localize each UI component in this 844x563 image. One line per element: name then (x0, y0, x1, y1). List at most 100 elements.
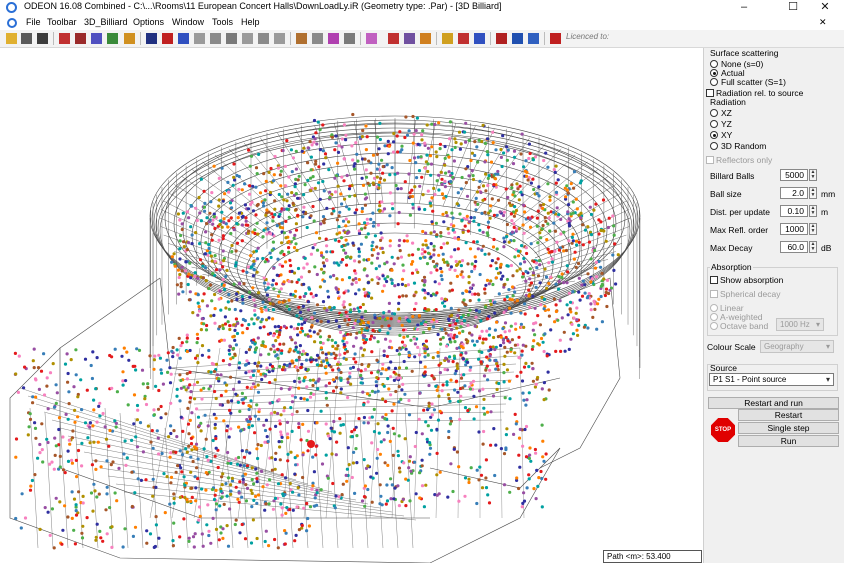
quick-estimate-icon[interactable] (328, 33, 339, 44)
surface-list-icon[interactable] (312, 33, 323, 44)
sources-icon[interactable] (91, 33, 102, 44)
source-select[interactable]: P1 S1 - Point source ▾ (709, 373, 834, 386)
speaker-icon[interactable] (194, 33, 205, 44)
print-icon[interactable] (37, 33, 48, 44)
toolbar-separator (544, 32, 545, 45)
billard-balls-spinner[interactable]: ▲ ▼ (809, 169, 817, 181)
radiation-xz-radio[interactable] (710, 109, 718, 117)
radiation-xy-radio[interactable] (710, 131, 718, 139)
spherical-decay-label: Spherical decay (720, 289, 781, 299)
toolbar-separator (290, 32, 291, 45)
colour-scale-label: Colour Scale (707, 342, 756, 352)
billiard-icon[interactable] (226, 33, 237, 44)
document-icon[interactable] (7, 18, 17, 28)
billiard-settings-panel: Surface scattering None (s=0) Actual Ful… (703, 48, 844, 563)
receivers-icon[interactable] (107, 33, 118, 44)
materials-icon[interactable] (59, 33, 70, 44)
menu-file[interactable]: File (26, 17, 41, 27)
toolbar-separator (140, 32, 141, 45)
octave-band-label: Octave band (720, 321, 769, 331)
toolbar-separator (53, 32, 54, 45)
absorption-label: Absorption (710, 262, 753, 272)
octave-band-radio[interactable] (710, 322, 718, 330)
play-icon[interactable] (512, 33, 523, 44)
max-decay-input[interactable]: 60.0 (780, 241, 808, 253)
max-decay-spinner[interactable]: ▲ ▼ (809, 241, 817, 253)
spherical-decay-checkbox[interactable] (710, 290, 718, 298)
close-button[interactable]: ✕ (809, 0, 841, 14)
toolbar-separator (490, 32, 491, 45)
max-decay-unit: dB (821, 243, 832, 253)
stop-button[interactable]: STOP (711, 418, 735, 442)
surfaces-icon[interactable] (75, 33, 86, 44)
linear-radio[interactable] (710, 304, 718, 312)
show-absorption-checkbox[interactable] (710, 276, 718, 284)
scatter-full-label: Full scatter (S=1) (721, 77, 786, 87)
menu-bar: File Toolbar 3D_Billiard Options Window … (0, 16, 844, 30)
animation-icon[interactable] (274, 33, 285, 44)
wall-icon[interactable] (296, 33, 307, 44)
edit-icon[interactable] (21, 33, 32, 44)
grid-icon[interactable] (124, 33, 135, 44)
radiation-yz-radio[interactable] (710, 120, 718, 128)
3d-view-icon[interactable] (162, 33, 173, 44)
run-button[interactable]: Run (738, 435, 839, 447)
radiation-3d-random-radio[interactable] (710, 142, 718, 150)
menu-tools[interactable]: Tools (212, 17, 233, 27)
billard-balls-label: Billard Balls (710, 171, 755, 181)
wave-icon[interactable] (496, 33, 507, 44)
dist-per-update-label: Dist. per update (710, 207, 771, 217)
child-close-button[interactable]: ✕ (819, 17, 827, 28)
surface-scattering-label: Surface scattering (710, 48, 779, 58)
ray-tracing-icon[interactable] (210, 33, 221, 44)
colour-scale-select[interactable]: Geography ▾ (760, 340, 834, 353)
concert-hall-wireframe (9, 112, 641, 563)
ball-size-label: Ball size (710, 189, 742, 199)
single-step-button[interactable]: Single step (738, 422, 839, 434)
scatter-none-radio[interactable] (710, 60, 718, 68)
grid-map-icon[interactable] (442, 33, 453, 44)
ball-size-unit: mm (821, 189, 836, 199)
restart-button[interactable]: Restart (738, 409, 839, 421)
max-refl-order-input[interactable]: 1000 (780, 223, 808, 235)
radiation-rel-checkbox[interactable] (706, 89, 714, 97)
transfer-icon[interactable] (528, 33, 539, 44)
ball-size-spinner[interactable]: ▲ ▼ (809, 187, 817, 199)
radiation-xy-label: XY (721, 130, 733, 140)
parameters-icon[interactable] (404, 33, 415, 44)
radiation-yz-label: YZ (721, 119, 732, 129)
menu-help[interactable]: Help (241, 17, 260, 27)
room-acoustic-icon[interactable] (388, 33, 399, 44)
job-list-icon[interactable] (458, 33, 469, 44)
billard-balls-input[interactable]: 5000 (780, 169, 808, 181)
billiard-3d-viewport[interactable] (0, 48, 703, 563)
ball-size-input[interactable]: 2.0 (780, 187, 808, 199)
open-folder-icon[interactable] (6, 33, 17, 44)
reflectors-only-checkbox[interactable] (706, 156, 714, 164)
scatter-icon[interactable] (366, 33, 377, 44)
max-decay-label: Max Decay (710, 243, 753, 253)
menu-window[interactable]: Window (172, 17, 204, 27)
maximize-button[interactable]: ☐ (777, 0, 809, 14)
record-icon[interactable] (550, 33, 561, 44)
menu-options[interactable]: Options (133, 17, 164, 27)
multi-point-icon[interactable] (420, 33, 431, 44)
global-estimate-icon[interactable] (344, 33, 355, 44)
auralisation-icon[interactable] (474, 33, 485, 44)
scatter-actual-radio[interactable] (710, 69, 718, 77)
octave-band-select[interactable]: 1000 Hz ▾ (776, 318, 824, 331)
3d-investigate-icon[interactable] (178, 33, 189, 44)
dist-per-update-input[interactable]: 0.10 (780, 205, 808, 217)
max-refl-order-spinner[interactable]: ▲ ▼ (809, 223, 817, 235)
a-weighted-radio[interactable] (710, 313, 718, 321)
reflection-icon[interactable] (258, 33, 269, 44)
menu-toolbar[interactable]: Toolbar (47, 17, 77, 27)
scatter-full-radio[interactable] (710, 78, 718, 86)
menu-3d-billiard[interactable]: 3D_Billiard (84, 17, 128, 27)
grid-response-icon[interactable] (242, 33, 253, 44)
dist-per-update-spinner[interactable]: ▲ ▼ (809, 205, 817, 217)
chevron-down-icon: ▾ (825, 375, 830, 384)
restart-and-run-button[interactable]: Restart and run (708, 397, 839, 409)
info-icon[interactable] (146, 33, 157, 44)
minimize-button[interactable]: – (728, 0, 760, 14)
